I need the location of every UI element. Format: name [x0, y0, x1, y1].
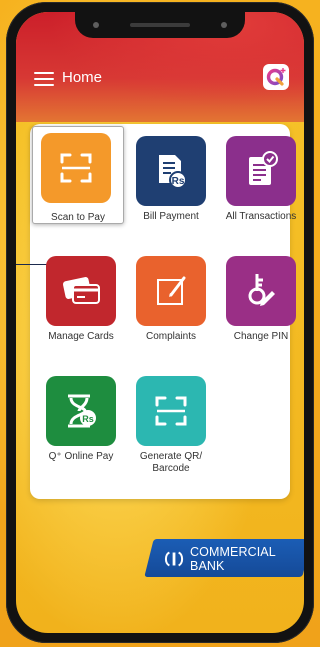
tile-scan-to-pay[interactable]: Scan to Pay	[32, 126, 124, 224]
phone-notch	[75, 12, 245, 38]
tile-label: Complaints	[145, 331, 197, 342]
pin-icon	[248, 274, 275, 306]
scan-icon-box	[41, 133, 111, 203]
hourglass-rs-icon: Rs	[68, 394, 96, 428]
transactions-icon	[249, 151, 278, 185]
tile-label: All Transactions	[225, 211, 297, 222]
tile-label: Q⁺ Online Pay	[48, 451, 114, 462]
qr-icon-box	[136, 376, 206, 446]
hourglass-icon-box: Rs	[46, 376, 116, 446]
bank-name: COMMERCIAL BANK	[190, 545, 276, 573]
cards-icon-box	[46, 256, 116, 326]
qr-generate-icon	[155, 396, 187, 426]
tile-all-transactions[interactable]: All Transactions	[214, 128, 304, 226]
bill-icon: Rs	[159, 155, 187, 189]
cards-icon	[62, 277, 100, 304]
bank-logo: COMMERCIAL BANK	[162, 545, 304, 573]
tile-label: Generate QR/ Barcode	[139, 451, 203, 474]
tile-complaints[interactable]: Complaints	[124, 248, 218, 346]
tile-label: Change PIN	[233, 331, 289, 342]
q-plus-logo-icon[interactable]	[263, 64, 289, 90]
app-header: Home	[16, 12, 304, 122]
menu-icon[interactable]	[34, 72, 54, 86]
sensor-dot	[93, 22, 99, 28]
page-title: Home	[62, 69, 103, 86]
bill-icon-box: Rs	[136, 136, 206, 206]
complaint-icon	[157, 276, 186, 305]
camera-dot	[221, 22, 227, 28]
scan-icon	[60, 153, 92, 183]
complaint-icon-box	[136, 256, 206, 326]
tile-label: Scan to Pay	[51, 212, 105, 223]
phone-frame: Home Scan to Pay Rs Bill Payment All Tra…	[6, 2, 314, 643]
svg-text:Rs: Rs	[82, 414, 94, 424]
speaker	[130, 23, 190, 27]
tile-generate-qr-barcode[interactable]: Generate QR/ Barcode	[124, 368, 218, 474]
tile-bill-payment[interactable]: Rs Bill Payment	[124, 128, 218, 226]
transactions-icon-box	[226, 136, 296, 206]
tile-label: Bill Payment	[143, 211, 199, 222]
tile-q-online-pay[interactable]: Rs Q⁺ Online Pay	[34, 368, 128, 466]
svg-text:Rs: Rs	[172, 176, 185, 187]
tile-manage-cards[interactable]: Manage Cards	[34, 248, 128, 346]
services-panel: Scan to Pay Rs Bill Payment All Transact…	[16, 124, 296, 499]
pin-icon-box	[226, 256, 296, 326]
screen: Home Scan to Pay Rs Bill Payment All Tra…	[16, 12, 304, 633]
tile-change-pin[interactable]: Change PIN	[214, 248, 304, 346]
commercial-bank-logo-icon	[164, 551, 184, 567]
tile-label: Manage Cards	[48, 331, 114, 342]
